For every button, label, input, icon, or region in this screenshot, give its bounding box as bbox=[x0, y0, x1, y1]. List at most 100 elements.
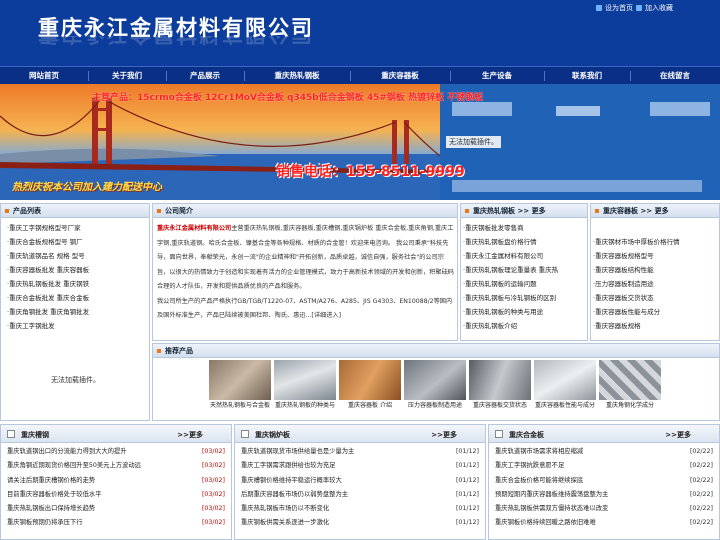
news-panel-channel-steel: 重庆槽钢 >>更多 重庆轨道钢出口的分流能力得到大大的提升 [03/02] 重庆角钢… bbox=[0, 424, 232, 540]
list-item[interactable]: ·重庆热轧钢板的种类与用途 bbox=[463, 305, 558, 319]
product-image bbox=[209, 360, 271, 400]
news-item[interactable]: 重庆轨道钢现货市场供给量也是少量为主 [01/12] bbox=[241, 445, 479, 459]
more-link[interactable]: >> 更多 bbox=[517, 207, 545, 215]
bullet-icon bbox=[157, 349, 161, 353]
news-icon bbox=[495, 430, 503, 438]
list-item[interactable]: ·压力容器板制造用途 bbox=[593, 277, 680, 291]
news-item[interactable]: 重庆轨道钢出口的分流能力得到大大的提升 [03/02] bbox=[7, 445, 225, 459]
news-item[interactable]: 重庆热轧钢板供需双方僵持状态难以改变 [02/22] bbox=[495, 502, 713, 516]
add-favorite-link[interactable]: 加入收藏 bbox=[636, 3, 673, 13]
list-item[interactable]: ·重庆合金板批发 重庆合金板 bbox=[7, 291, 89, 305]
product-list-panel: 产品列表 ·重庆工字钢规格型号厂家 ·重庆合金板规格型号 钢厂 ·重庆轨道钢品名… bbox=[0, 203, 150, 421]
news-item[interactable]: 后期重庆容器板市场仍以弱势盘整为主 [01/12] bbox=[241, 488, 479, 502]
container-plate-list: ·重庆钢材市场中厚板价格行情 ·重庆容器板规格型号 ·重庆容器板结构性能 ·压力… bbox=[593, 235, 680, 333]
star-icon bbox=[636, 5, 642, 11]
news-header: 重庆锅炉板 >>更多 bbox=[235, 425, 485, 443]
news-item[interactable]: 重庆工字钢抗跌意愿不足 [02/22] bbox=[495, 459, 713, 473]
nav-item[interactable]: 重庆容器板 bbox=[350, 67, 450, 84]
list-item[interactable]: ·重庆工字钢批发 bbox=[7, 319, 89, 333]
more-link[interactable]: >>更多 bbox=[665, 430, 691, 440]
news-panel-boiler-plate: 重庆锅炉板 >>更多 重庆轨道钢现货市场供给量也是少量为主 [01/12] 重庆工字… bbox=[234, 424, 486, 540]
recommend-header: 推荐产品 bbox=[153, 344, 719, 358]
home-icon bbox=[596, 5, 602, 11]
bullet-icon bbox=[5, 209, 9, 213]
news-list: 重庆轨道钢现货市场供给量也是少量为主 [01/12] 重庆工字钢需求跟供给也较为充… bbox=[235, 443, 485, 533]
list-item[interactable]: ·重庆角钢批发 重庆角钢批发 bbox=[7, 305, 89, 319]
list-item[interactable]: ·重庆热轧钢板批发 重庆钢铁 bbox=[7, 277, 89, 291]
hot-rolled-header: 重庆热轧钢板 >> 更多 bbox=[461, 204, 587, 218]
product-image bbox=[534, 360, 596, 400]
list-item[interactable]: ·重庆热轧钢板理论重量表 重庆热 bbox=[463, 263, 558, 277]
product-thumb[interactable]: 重庆角钢化学成分 bbox=[599, 360, 661, 412]
list-item[interactable]: ·重庆容器板性能与成分 bbox=[593, 305, 680, 319]
product-image bbox=[599, 360, 661, 400]
news-list: 重庆轨道钢市场需求将相应缩减 [02/22] 重庆工字钢抗跌意愿不足 [02/22]… bbox=[489, 443, 719, 533]
news-item[interactable]: 预期短期内重庆容器板维持震荡盘整为主 [02/22] bbox=[495, 488, 713, 502]
news-icon bbox=[241, 430, 249, 438]
news-item[interactable]: 重庆工字钢需求跟供给也较为充足 [01/12] bbox=[241, 459, 479, 473]
news-item[interactable]: 重庆钢板预期仍将承压下行 [03/02] bbox=[7, 516, 225, 530]
list-item[interactable]: ·重庆钢板批发零售商 bbox=[463, 221, 558, 235]
nav-item[interactable]: 生产设备 bbox=[450, 67, 544, 84]
product-image bbox=[339, 360, 401, 400]
list-item[interactable]: ·重庆容器板交货状态 bbox=[593, 291, 680, 305]
product-thumb[interactable]: 重庆容器板交货状态 bbox=[469, 360, 531, 412]
news-item[interactable]: 重庆轨道钢市场需求将相应缩减 [02/22] bbox=[495, 445, 713, 459]
container-plate-panel: 重庆容器板 >> 更多 ·重庆钢材市场中厚板价格行情 ·重庆容器板规格型号 ·重… bbox=[590, 203, 720, 341]
set-home-link[interactable]: 设为首页 bbox=[596, 3, 633, 13]
list-item[interactable]: ·重庆工字钢规格型号厂家 bbox=[7, 221, 89, 235]
news-icon bbox=[7, 430, 15, 438]
nav-item[interactable]: 联系我们 bbox=[544, 67, 630, 84]
list-item[interactable]: ·重庆热轧钢板介绍 bbox=[463, 319, 558, 333]
product-thumb[interactable]: 压力容器板制造用途 bbox=[404, 360, 466, 412]
product-thumb[interactable]: 重庆容器板 介绍 bbox=[339, 360, 401, 412]
news-item[interactable]: 重庆槽钢价格维持平稳运行概率较大 [01/12] bbox=[241, 474, 479, 488]
list-item[interactable]: ·重庆容器板结构性能 bbox=[593, 263, 680, 277]
product-thumb[interactable]: 重庆热轧钢板的种类与 bbox=[274, 360, 336, 412]
list-item[interactable]: ·重庆热轧钢板盘价格行情 bbox=[463, 235, 558, 249]
product-image bbox=[274, 360, 336, 400]
more-link[interactable]: >>更多 bbox=[431, 430, 457, 440]
product-thumb[interactable]: 天然热轧钢板与合金板 bbox=[209, 360, 271, 412]
list-item[interactable]: ·重庆容器板规格型号 bbox=[593, 249, 680, 263]
news-item[interactable]: 重庆热轧钢板市场仍以不断变化 [01/12] bbox=[241, 502, 479, 516]
list-item[interactable]: ·重庆永江金属材料有限公司 bbox=[463, 249, 558, 263]
list-item[interactable]: ·重庆轨道钢品名 规格 型号 bbox=[7, 249, 89, 263]
plugin-placeholder: 无法加载插件。 bbox=[446, 136, 501, 148]
news-item[interactable]: 请关注后期重庆槽钢价格的走势 [03/02] bbox=[7, 474, 225, 488]
list-item[interactable]: ·重庆合金板规格型号 钢厂 bbox=[7, 235, 89, 249]
plugin-placeholder: 无法加载插件。 bbox=[51, 376, 100, 384]
list-item[interactable]: ·重庆容器板批发 重庆容器板 bbox=[7, 263, 89, 277]
news-list: 重庆轨道钢出口的分流能力得到大大的提升 [03/02] 重庆角钢近期现货价格回升至… bbox=[1, 443, 231, 533]
recommend-panel: 推荐产品 天然热轧钢板与合金板 重庆热轧钢板的种类与 重庆容器板 介绍 压力容器… bbox=[152, 343, 720, 421]
more-link[interactable]: >>更多 bbox=[177, 430, 203, 440]
product-list: ·重庆工字钢规格型号厂家 ·重庆合金板规格型号 钢厂 ·重庆轨道钢品名 规格 型… bbox=[7, 221, 89, 333]
company-intro-panel: 公司简介 重庆永江金属材料有限公司主营重庆热轧钢板,重庆容器板,重庆槽钢,重庆锅… bbox=[152, 203, 458, 341]
banner: 主营产品：15crmo合金板 12Cr1MoV合金板 q345b低合金钢板 45… bbox=[0, 84, 720, 200]
sales-phone: 销售电话：155-8511-9999 bbox=[276, 164, 465, 180]
intro-header: 公司简介 bbox=[153, 204, 457, 218]
news-item[interactable]: 目前重庆容器板价格处于较低水平 [03/02] bbox=[7, 488, 225, 502]
nav-item[interactable]: 在线留言 bbox=[630, 67, 720, 84]
intro-text: 重庆永江金属材料有限公司主营重庆热轧钢板,重庆容器板,重庆槽钢,重庆锅炉板 重庆… bbox=[157, 225, 454, 319]
news-item[interactable]: 重庆角钢近期现货价格回升至50美元上方波动远 [03/02] bbox=[7, 459, 225, 473]
more-link[interactable]: >> 更多 bbox=[640, 207, 668, 215]
news-item[interactable]: 重庆钢板供需关系逐进一步激化 [01/12] bbox=[241, 516, 479, 530]
list-item[interactable]: ·重庆钢材市场中厚板价格行情 bbox=[593, 235, 680, 249]
news-panel-alloy-plate: 重庆合金板 >>更多 重庆轨道钢市场需求将相应缩减 [02/22] 重庆工字钢抗跌意… bbox=[488, 424, 720, 540]
company-name: 重庆永江金属材料有限公司 bbox=[157, 225, 232, 232]
product-thumb[interactable]: 重庆容器板性能与成分 bbox=[534, 360, 596, 412]
site-header: 重庆永江金属材料有限公司 重庆永江金属材料有限公司 设为首页 加入收藏 bbox=[0, 0, 720, 66]
bullet-icon bbox=[465, 209, 469, 213]
nav-item[interactable]: 重庆热轧钢板 bbox=[244, 67, 350, 84]
site-title-reflection: 重庆永江金属材料有限公司 bbox=[38, 36, 314, 50]
list-item[interactable]: ·重庆热轧钢板的运输问题 bbox=[463, 277, 558, 291]
news-item[interactable]: 重庆热轧钢板出口保持增长趋势 [03/02] bbox=[7, 502, 225, 516]
list-item[interactable]: ·重庆容器板规格 bbox=[593, 319, 680, 333]
news-item[interactable]: 重庆钢板价格持续回暖之路依旧难难 [02/22] bbox=[495, 516, 713, 530]
nav-item[interactable]: 网站首页 bbox=[0, 67, 88, 84]
nav-item[interactable]: 关于我们 bbox=[88, 67, 166, 84]
news-item[interactable]: 重庆合金板价格可能将继续探底 [02/22] bbox=[495, 474, 713, 488]
list-item[interactable]: ·重庆热轧钢板与冷轧钢板的区别 bbox=[463, 291, 558, 305]
nav-item[interactable]: 产品展示 bbox=[166, 67, 244, 84]
